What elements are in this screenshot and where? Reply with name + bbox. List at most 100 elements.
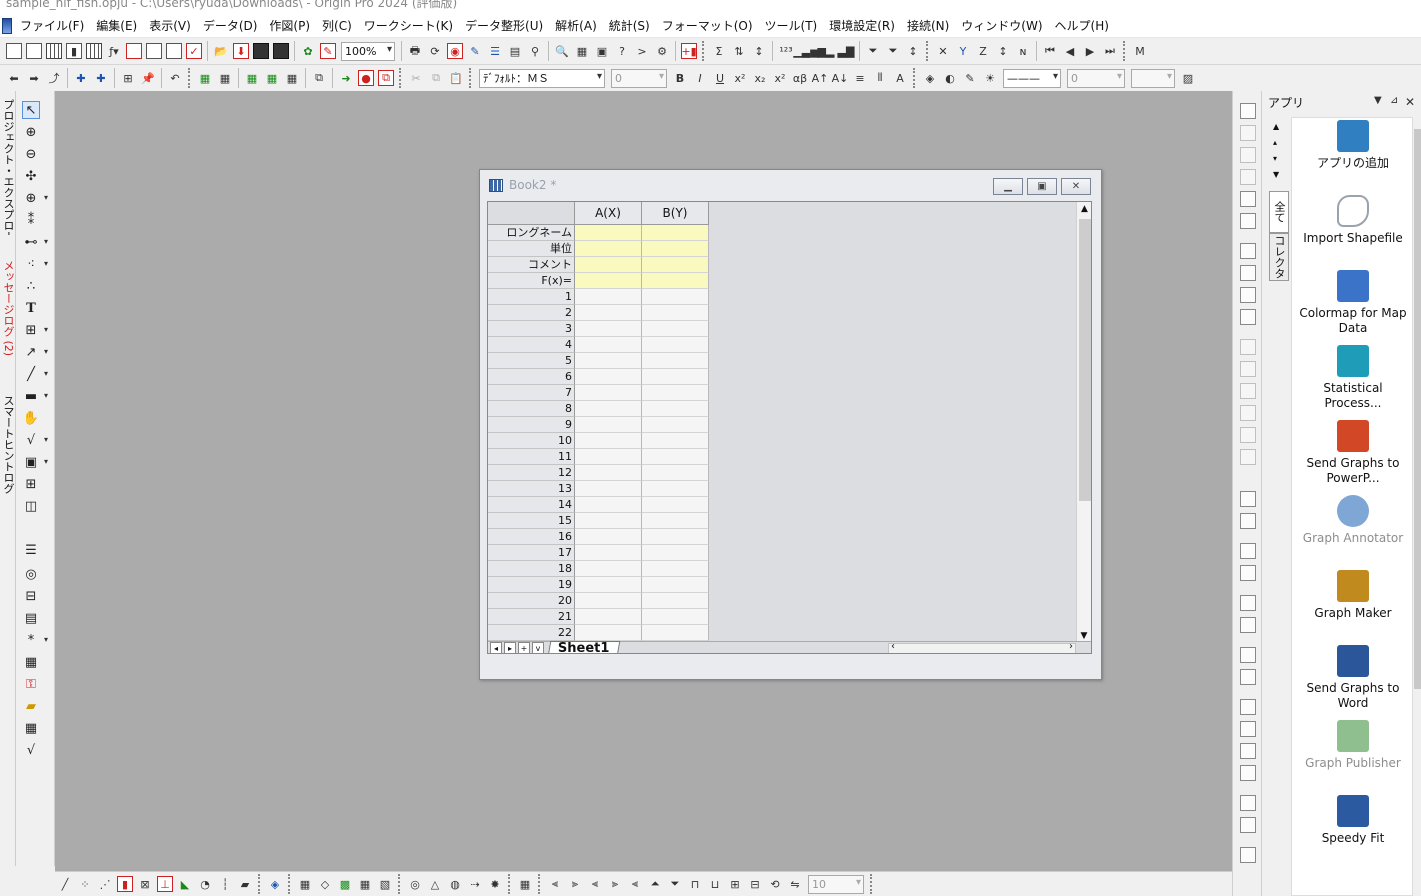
set-none-icon[interactable]: ɴ — [1015, 43, 1031, 59]
worksheet-icon[interactable]: ▤ — [22, 609, 40, 627]
worksheet-cell[interactable] — [575, 289, 642, 305]
smart-hint-log-tab[interactable]: スマートヒントログ — [0, 391, 16, 501]
insert-column-icon[interactable]: ▦ — [244, 70, 260, 86]
zoom-in-icon[interactable]: ⊕ — [22, 123, 40, 141]
worksheet-cell[interactable] — [575, 321, 642, 337]
save-project-icon[interactable] — [253, 43, 269, 59]
row-number[interactable]: 17 — [488, 545, 575, 561]
column-align-icon[interactable]: ⦀ — [872, 70, 888, 86]
app-item[interactable]: Import Shapefile — [1292, 195, 1412, 270]
font-combo[interactable]: ﾃﾞﾌｫﾙﾄ：ＭＳ — [479, 68, 605, 88]
grid-icon[interactable]: ▦ — [22, 719, 40, 737]
line-style-combo[interactable]: ——— — [1003, 68, 1061, 88]
worksheet-cell[interactable] — [642, 433, 709, 449]
worksheet[interactable]: A(X) B(Y) ロングネーム 単位 コメント F(x)= 1 2 3 4 5 6 7 8 9 10 11 12… — [487, 201, 1092, 654]
menu-item[interactable]: ツール(T) — [759, 17, 824, 34]
toolbar-grip[interactable] — [913, 68, 917, 88]
align-icon[interactable]: ≡ — [852, 70, 868, 86]
app-item[interactable]: Send Graphs to Word — [1292, 645, 1412, 720]
lock-icon[interactable]: ⚿ — [22, 675, 40, 693]
column-header[interactable]: A(X) — [575, 202, 642, 225]
app-item[interactable]: Speedy Fit — [1292, 795, 1412, 870]
distribute-icon[interactable] — [1240, 449, 1256, 465]
menu-item[interactable]: ヘルプ(H) — [1049, 17, 1115, 34]
worksheet-cell[interactable] — [575, 545, 642, 561]
add-new-column-icon[interactable]: ▦ — [197, 70, 213, 86]
row-number[interactable]: 6 — [488, 369, 575, 385]
windrose-icon[interactable]: ✸ — [487, 876, 503, 892]
new-folder-icon[interactable] — [26, 43, 42, 59]
apps-tab-all[interactable]: 全て — [1269, 191, 1289, 233]
worksheet-cell[interactable] — [575, 337, 642, 353]
align-left-icon[interactable] — [1240, 339, 1256, 355]
column-list-icon[interactable]: ☰ — [22, 541, 40, 559]
toolbar-grip[interactable] — [399, 68, 403, 88]
new-checklist-icon[interactable]: ✓ — [186, 43, 202, 59]
next-sheet-icon[interactable]: ▸ — [504, 642, 516, 653]
app-item[interactable]: Graph Maker — [1292, 570, 1412, 645]
pattern-icon[interactable]: ◐ — [942, 70, 958, 86]
row-number[interactable]: 12 — [488, 465, 575, 481]
worksheet-cell[interactable] — [575, 433, 642, 449]
column-chart-icon[interactable]: ▆▂ — [818, 43, 835, 59]
undo-icon[interactable]: ↶ — [167, 70, 183, 86]
cycle-icon[interactable]: ◎ — [22, 565, 40, 583]
paste-format-icon[interactable] — [1240, 795, 1256, 811]
worksheet-cell[interactable] — [642, 337, 709, 353]
row-number[interactable]: 4 — [488, 337, 575, 353]
row-list-icon[interactable]: ▦ — [22, 653, 40, 671]
layer-icon[interactable]: ⊞ — [22, 475, 40, 493]
menu-item[interactable]: 作図(P) — [263, 17, 316, 34]
worksheet-cell[interactable] — [575, 465, 642, 481]
open-template-icon[interactable]: ⬇ — [233, 43, 249, 59]
move-column-icon[interactable]: ▦ — [284, 70, 300, 86]
connect-icon[interactable]: ⧉ — [378, 70, 394, 86]
new-matrix-icon[interactable] — [86, 43, 102, 59]
object-front-icon[interactable]: ⊞ — [727, 876, 743, 892]
worksheet-cell[interactable] — [575, 625, 642, 641]
filter-clear-icon[interactable]: ⏷ — [885, 43, 901, 59]
data-reader-icon[interactable]: ⁑ — [22, 211, 40, 229]
rescale-icon[interactable] — [1240, 169, 1256, 185]
split-icon[interactable]: ⊟ — [22, 587, 40, 605]
brightness-icon[interactable]: ☀ — [982, 70, 998, 86]
add-sheet-icon[interactable]: + — [518, 642, 530, 653]
folder-icon[interactable]: ▰ — [22, 697, 40, 715]
menu-item[interactable]: 接続(N) — [901, 17, 955, 34]
supersub-icon[interactable]: x² — [772, 70, 788, 86]
duplicate-icon[interactable]: ◉ — [447, 43, 463, 59]
ungroup-icon[interactable] — [1240, 513, 1256, 529]
worksheet-cell[interactable] — [575, 609, 642, 625]
superscript-icon[interactable]: x² — [732, 70, 748, 86]
worksheet-cell[interactable] — [642, 577, 709, 593]
worksheet-cell[interactable] — [575, 241, 642, 257]
new-layout-icon[interactable] — [126, 43, 142, 59]
scroll-bottom-icon[interactable]: ▼ — [1273, 167, 1285, 183]
print-icon[interactable]: 🖶 — [407, 43, 423, 59]
matrix-plot-icon[interactable]: ▦ — [517, 876, 533, 892]
worksheet-cell[interactable] — [642, 353, 709, 369]
worksheet-cell[interactable] — [642, 465, 709, 481]
import-data-icon[interactable]: ➜ — [338, 70, 354, 86]
origin-app-icon[interactable] — [2, 17, 12, 34]
column-set-icon[interactable]: ↕ — [905, 43, 921, 59]
3d-surface-icon[interactable]: ◈ — [267, 876, 283, 892]
pattern-combo[interactable] — [1131, 68, 1175, 88]
grid-lines-icon[interactable] — [1240, 213, 1256, 229]
h-space-icon[interactable] — [1240, 699, 1256, 715]
worksheet-cell[interactable] — [575, 513, 642, 529]
layout-icon[interactable]: ⊞ — [120, 70, 136, 86]
worksheet-cell[interactable] — [642, 417, 709, 433]
rectangle-tool-icon[interactable]: ▬ ▾ — [22, 387, 48, 405]
prev-icon[interactable]: ◀ — [1062, 43, 1078, 59]
worksheet-cell[interactable] — [575, 273, 642, 289]
menu-item[interactable]: ウィンドウ(W) — [955, 17, 1048, 34]
worksheet-cell[interactable] — [575, 481, 642, 497]
font-color-icon[interactable]: A — [892, 70, 908, 86]
hand-tool-icon[interactable]: ✋ — [22, 409, 40, 427]
menu-item[interactable]: 列(C) — [316, 17, 358, 34]
worksheet-cell[interactable] — [642, 241, 709, 257]
zoom-out-icon[interactable]: ⊖ — [22, 145, 40, 163]
back-icon-right[interactable] — [1240, 565, 1256, 581]
align-bottom-icon[interactable] — [1240, 405, 1256, 421]
